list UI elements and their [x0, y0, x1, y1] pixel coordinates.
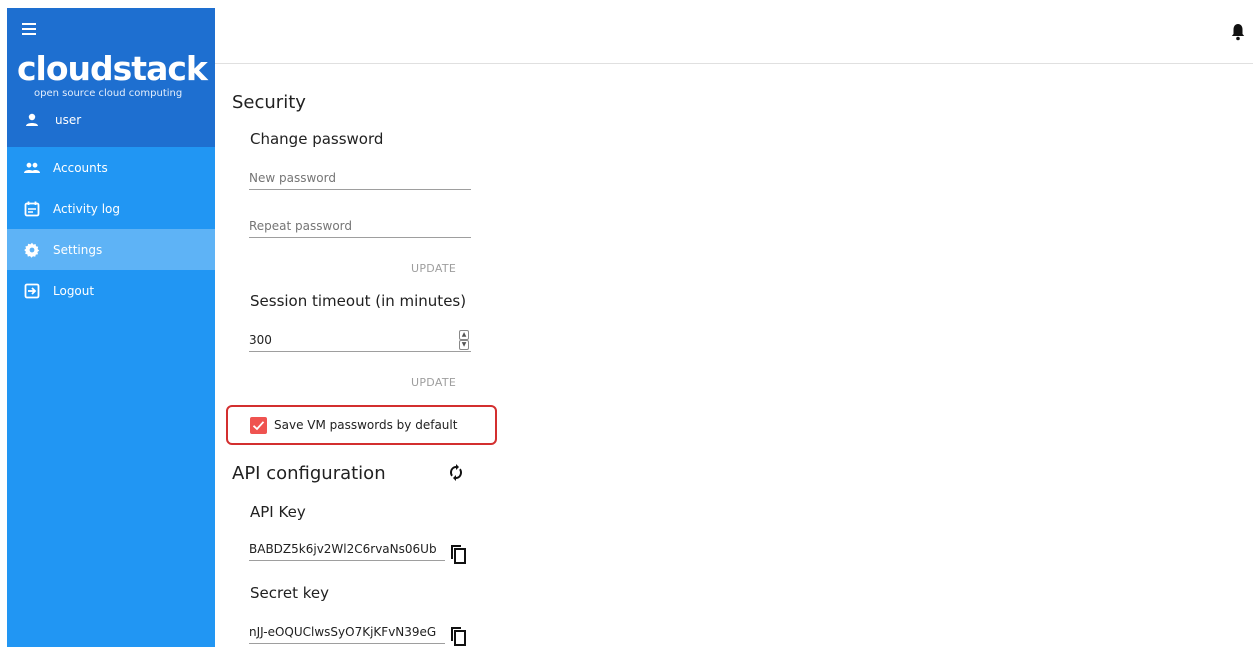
- logo: cloudstack: [17, 49, 208, 88]
- logo-tagline: open source cloud computing: [34, 88, 183, 99]
- gear-icon: [24, 242, 40, 258]
- sidebar-item-label: Logout: [53, 283, 95, 298]
- hamburger-menu-icon[interactable]: [22, 23, 36, 35]
- secret-key-title: Secret key: [250, 584, 329, 602]
- sidebar-item-activity-log[interactable]: Activity log: [7, 188, 215, 229]
- accounts-icon: [24, 162, 40, 173]
- session-timeout-field[interactable]: ▲ ▼: [249, 328, 471, 352]
- refresh-icon[interactable]: [449, 464, 463, 482]
- sidebar-item-label: Activity log: [53, 201, 120, 216]
- session-timeout-input[interactable]: [249, 328, 471, 351]
- sidebar-nav: Accounts Activity log Settings Logout: [7, 147, 215, 311]
- sidebar-item-label: Accounts: [53, 160, 108, 175]
- stepper-up-icon[interactable]: ▲: [459, 330, 469, 340]
- sidebar-item-accounts[interactable]: Accounts: [7, 147, 215, 188]
- sidebar-header: cloudstack open source cloud computing u…: [7, 8, 215, 147]
- save-vm-passwords-label: Save VM passwords by default: [274, 418, 458, 432]
- user-profile[interactable]: user: [25, 113, 81, 127]
- change-password-title: Change password: [250, 130, 384, 148]
- new-password-input[interactable]: [249, 166, 471, 189]
- stepper-down-icon[interactable]: ▼: [459, 340, 469, 350]
- api-key-field[interactable]: BABDZ5k6jv2Wl2C6rvaNs06Ub: [249, 539, 445, 561]
- new-password-field[interactable]: [249, 166, 471, 190]
- copy-api-key-icon[interactable]: [450, 544, 467, 564]
- repeat-password-field[interactable]: [249, 214, 471, 238]
- update-password-button[interactable]: UPDATE: [411, 262, 456, 275]
- sidebar-item-logout[interactable]: Logout: [7, 270, 215, 311]
- update-timeout-button[interactable]: UPDATE: [411, 376, 456, 389]
- checkmark-icon: [252, 421, 265, 431]
- security-title: Security: [232, 92, 306, 113]
- user-name: user: [55, 113, 82, 127]
- sidebar-item-settings[interactable]: Settings: [7, 229, 215, 270]
- logout-icon: [24, 283, 40, 298]
- user-icon: [26, 113, 38, 126]
- secret-key-field[interactable]: nJJ-eOQUClwsSyO7KjKFvN39eG: [249, 622, 445, 644]
- sidebar: cloudstack open source cloud computing u…: [7, 8, 215, 647]
- repeat-password-input[interactable]: [249, 214, 471, 237]
- save-vm-passwords-checkbox[interactable]: [250, 417, 267, 434]
- session-timeout-stepper[interactable]: ▲ ▼: [459, 330, 469, 350]
- sidebar-item-label: Settings: [53, 242, 103, 257]
- copy-secret-key-icon[interactable]: [450, 626, 467, 646]
- bell-icon[interactable]: [1231, 23, 1245, 41]
- api-configuration-title: API configuration: [232, 463, 386, 484]
- api-key-title: API Key: [250, 503, 306, 521]
- calendar-icon: [24, 201, 40, 216]
- session-timeout-title: Session timeout (in minutes): [250, 292, 467, 310]
- top-bar: [215, 8, 1253, 64]
